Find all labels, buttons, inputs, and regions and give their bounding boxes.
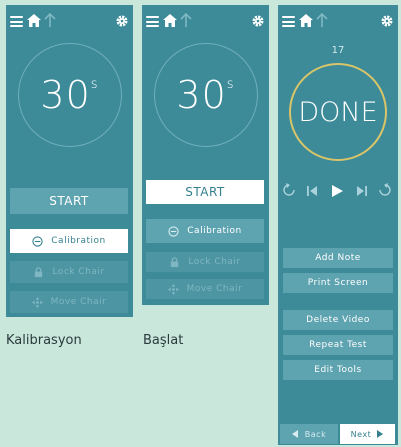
start-button[interactable]: START bbox=[146, 180, 264, 204]
step-forward-icon[interactable] bbox=[356, 183, 368, 199]
move-chair-button[interactable]: Move Chair bbox=[146, 279, 264, 299]
calibration-button[interactable]: Calibration bbox=[146, 219, 264, 243]
toolbar bbox=[278, 11, 398, 31]
move-icon bbox=[31, 296, 43, 308]
menu-icon[interactable] bbox=[282, 16, 295, 27]
calibration-label: Calibration bbox=[51, 236, 106, 246]
play-icon[interactable] bbox=[330, 183, 344, 199]
calibration-button[interactable]: Calibration bbox=[10, 229, 128, 253]
lock-chair-label: Lock Chair bbox=[52, 267, 105, 277]
caption-start: Başlat bbox=[143, 333, 184, 348]
up-arrow-icon[interactable] bbox=[180, 13, 192, 28]
lock-icon bbox=[171, 256, 179, 267]
home-icon[interactable] bbox=[27, 14, 41, 27]
playback-controls bbox=[278, 183, 398, 201]
target-icon bbox=[168, 225, 179, 237]
lock-chair-button[interactable]: Lock Chair bbox=[146, 252, 264, 272]
timer-display: 30s bbox=[6, 73, 133, 117]
up-arrow-icon[interactable] bbox=[44, 13, 56, 28]
edit-tools-button[interactable]: Edit Tools bbox=[283, 360, 393, 380]
up-arrow-icon[interactable] bbox=[316, 13, 328, 28]
next-label: Next bbox=[350, 429, 372, 439]
toolbar bbox=[6, 11, 133, 31]
rotate-right-icon[interactable] bbox=[379, 183, 391, 199]
lock-chair-label: Lock Chair bbox=[188, 257, 241, 267]
back-arrow-icon bbox=[291, 430, 298, 438]
timer-unit: s bbox=[90, 77, 99, 92]
timer-value: 30 bbox=[40, 73, 91, 117]
move-chair-button[interactable]: Move Chair bbox=[10, 291, 128, 313]
next-arrow-icon bbox=[377, 430, 384, 438]
move-chair-label: Move Chair bbox=[50, 297, 107, 307]
timer-display: 30s bbox=[142, 73, 269, 117]
lock-icon bbox=[35, 266, 43, 277]
timer-value: 30 bbox=[176, 73, 227, 117]
menu-icon[interactable] bbox=[146, 16, 159, 27]
next-button[interactable]: Next bbox=[340, 424, 395, 444]
delete-video-button[interactable]: Delete Video bbox=[283, 310, 393, 330]
toolbar bbox=[142, 11, 269, 31]
gear-icon[interactable] bbox=[380, 14, 394, 28]
panel-start: 30s START Calibration Lock Chair Move Ch… bbox=[142, 5, 269, 305]
timer-unit: s bbox=[226, 77, 235, 92]
step-back-icon[interactable] bbox=[306, 183, 318, 199]
gear-icon[interactable] bbox=[251, 14, 265, 28]
add-note-button[interactable]: Add Note bbox=[283, 248, 393, 268]
menu-icon[interactable] bbox=[10, 16, 23, 27]
print-screen-button[interactable]: Print Screen bbox=[283, 273, 393, 293]
calibration-label: Calibration bbox=[187, 226, 242, 236]
back-label: Back bbox=[304, 429, 327, 439]
start-button[interactable]: START bbox=[10, 188, 128, 214]
rotate-left-icon[interactable] bbox=[283, 183, 295, 199]
caption-calibration: Kalibrasyon bbox=[6, 333, 82, 348]
test-counter: 17 bbox=[331, 45, 345, 56]
move-chair-label: Move Chair bbox=[186, 284, 243, 294]
lock-chair-button[interactable]: Lock Chair bbox=[10, 261, 128, 283]
repeat-test-button[interactable]: Repeat Test bbox=[283, 335, 393, 355]
back-button[interactable]: Back bbox=[280, 424, 338, 444]
gear-icon[interactable] bbox=[115, 14, 129, 28]
home-icon[interactable] bbox=[299, 14, 313, 27]
target-icon bbox=[32, 235, 43, 247]
panel-calibration: 30s START Calibration Lock Chair Move Ch… bbox=[6, 5, 133, 317]
status-text: DONE bbox=[298, 97, 378, 128]
move-icon bbox=[167, 283, 179, 295]
panel-done: 17 DONE Add Note Print Screen Delete Vid… bbox=[278, 5, 398, 445]
home-icon[interactable] bbox=[163, 14, 177, 27]
